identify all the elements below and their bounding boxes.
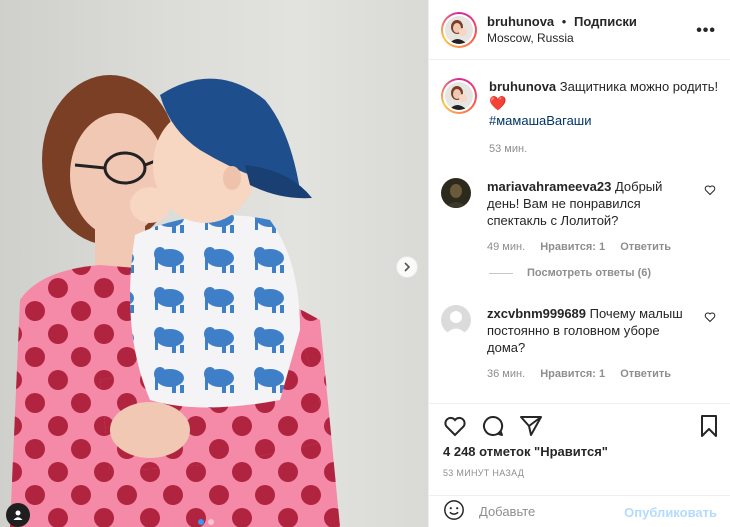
bookmark-icon bbox=[701, 415, 717, 437]
comment-like-button[interactable] bbox=[704, 311, 716, 326]
avatar-image bbox=[445, 82, 473, 110]
commenter-avatar[interactable] bbox=[441, 305, 471, 335]
smiley-icon bbox=[444, 500, 464, 520]
separator-dot: • bbox=[561, 13, 567, 29]
replies-divider-line bbox=[489, 272, 513, 274]
share-button[interactable] bbox=[519, 414, 543, 441]
heart-icon bbox=[444, 416, 466, 437]
view-replies-button[interactable]: Посмотреть ответы (6) bbox=[489, 267, 651, 279]
likes-count[interactable]: 4 248 отметок "Нравится" bbox=[443, 444, 608, 459]
chevron-right-icon bbox=[404, 262, 411, 272]
caption-username[interactable]: bruhunova bbox=[489, 79, 556, 94]
default-avatar-icon bbox=[441, 305, 471, 335]
heart-outline-icon bbox=[704, 312, 716, 323]
comment-like-button[interactable] bbox=[704, 184, 716, 199]
next-photo-button[interactable] bbox=[396, 256, 418, 278]
carousel-indicator bbox=[198, 519, 214, 525]
comments-section: bruhunova Защитника можно родить! ❤️ #ма… bbox=[429, 60, 730, 403]
caption-text: Защитника можно родить! bbox=[559, 79, 719, 94]
caption-avatar[interactable] bbox=[441, 78, 477, 114]
save-button[interactable] bbox=[697, 414, 721, 441]
heart-emoji: ❤️ bbox=[489, 95, 507, 111]
comment-username[interactable]: zxcvbnm999689 bbox=[487, 306, 586, 321]
post-actions: 4 248 отметок "Нравится" 53 МИНУТ НАЗАД bbox=[429, 403, 730, 493]
post-header: bruhunova • Подписки Moscow, Russia ••• bbox=[429, 0, 730, 60]
view-replies-label: Посмотреть ответы (6) bbox=[527, 267, 652, 279]
carousel-dot bbox=[208, 519, 214, 525]
post-photo[interactable] bbox=[0, 0, 428, 527]
comment-likes[interactable]: Нравится: 1 bbox=[540, 241, 605, 253]
caption: bruhunova Защитника можно родить! ❤️ #ма… bbox=[441, 78, 726, 158]
photo-illustration bbox=[10, 75, 340, 527]
comment-time[interactable]: 36 мин. bbox=[487, 368, 525, 380]
avatar-image bbox=[445, 15, 473, 44]
emoji-button[interactable] bbox=[443, 499, 465, 524]
reply-button[interactable]: Ответить bbox=[620, 368, 671, 380]
comment-icon bbox=[483, 415, 504, 436]
carousel-dot-active bbox=[198, 519, 204, 525]
comment-item: mariavahrameeva23 Добрый день! Вам не по… bbox=[441, 178, 726, 256]
caption-hashtag[interactable]: #мамашаВагаши bbox=[489, 112, 726, 129]
comment-item: zxcvbnm999689 Почему малыш постоянно в г… bbox=[441, 305, 726, 383]
comment-button[interactable] bbox=[481, 414, 505, 441]
more-options-button[interactable]: ••• bbox=[696, 22, 716, 40]
avatar-image bbox=[441, 178, 471, 208]
reply-button[interactable]: Ответить bbox=[620, 241, 671, 253]
author-username[interactable]: bruhunova bbox=[487, 14, 554, 29]
post-side-panel: bruhunova • Подписки Moscow, Russia ••• bbox=[428, 0, 730, 527]
post-timestamp[interactable]: 53 МИНУТ НАЗАД bbox=[443, 468, 524, 478]
share-icon bbox=[520, 416, 542, 436]
heart-outline-icon bbox=[704, 185, 716, 196]
author-avatar[interactable] bbox=[441, 11, 477, 48]
post-location[interactable]: Moscow, Russia bbox=[487, 30, 637, 47]
add-comment-bar: Добавьте Опубликовать bbox=[429, 495, 730, 527]
comment-likes[interactable]: Нравится: 1 bbox=[540, 368, 605, 380]
caption-time[interactable]: 53 мин. bbox=[489, 143, 527, 155]
like-button[interactable] bbox=[443, 414, 467, 441]
comment-username[interactable]: mariavahrameeva23 bbox=[487, 179, 611, 194]
publish-button[interactable]: Опубликовать bbox=[624, 505, 717, 520]
tagged-users-button[interactable] bbox=[6, 503, 30, 527]
user-tag-icon bbox=[13, 510, 23, 520]
commenter-avatar[interactable] bbox=[441, 178, 471, 208]
comment-input[interactable]: Добавьте bbox=[479, 504, 619, 519]
comment-time[interactable]: 49 мин. bbox=[487, 241, 525, 253]
following-button[interactable]: Подписки bbox=[574, 14, 637, 29]
